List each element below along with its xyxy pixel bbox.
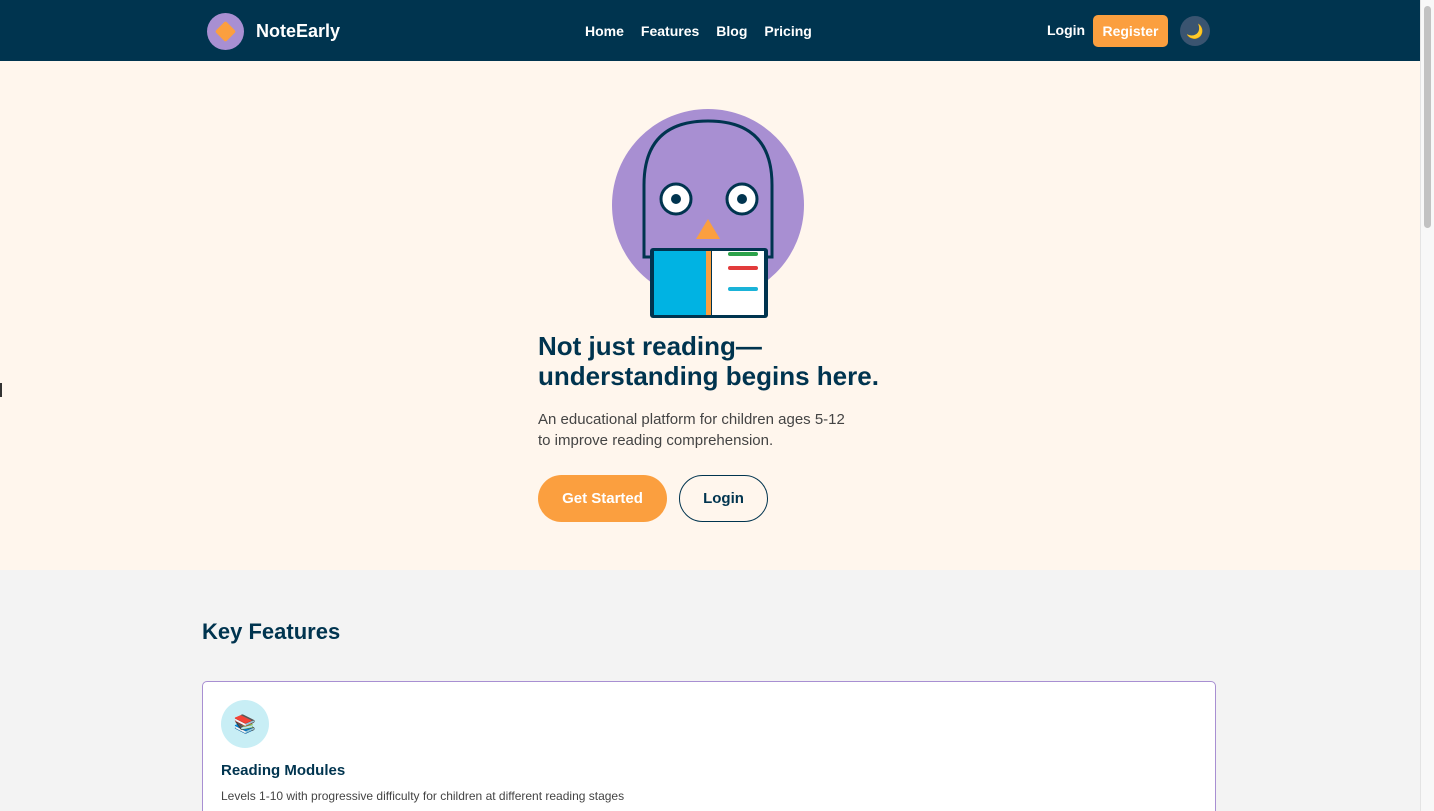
brand[interactable]: NoteEarly [207,13,340,50]
owl-mascot-illustration [612,109,804,318]
register-button[interactable]: Register [1093,15,1168,47]
theme-toggle-button[interactable]: 🌙 [1180,16,1210,46]
hero-section: Not just reading—understanding begins he… [0,61,1420,570]
nav-link-blog[interactable]: Blog [716,23,747,39]
scrollbar-thumb[interactable] [1424,6,1431,228]
page-scrollbar[interactable] [1420,0,1434,811]
nav-links: Home Features Blog Pricing [585,0,829,61]
hero-subtitle: An educational platform for children age… [538,411,845,449]
get-started-button[interactable]: Get Started [538,475,667,522]
nav-link-pricing[interactable]: Pricing [764,23,811,39]
logo-icon [207,13,244,50]
nav-link-home[interactable]: Home [585,23,624,39]
nav-link-features[interactable]: Features [641,23,699,39]
hero-login-button[interactable]: Login [679,475,768,522]
feature-description: Levels 1-10 with progressive difficulty … [221,789,625,803]
books-icon: 📚 [221,700,269,748]
brand-name: NoteEarly [256,21,341,41]
feature-title: Reading Modules [221,762,346,779]
feature-card-reading-modules[interactable]: 📚 Reading Modules Levels 1-10 with progr… [202,681,1216,811]
hero-title: Not just reading—understanding begins he… [538,331,879,391]
moon-icon: 🌙 [1186,22,1204,39]
top-navbar: NoteEarly Home Features Blog Pricing Log… [0,0,1420,61]
books-glyph: 📚 [233,713,257,734]
text-cursor [0,383,2,397]
features-heading: Key Features [202,619,341,644]
nav-login-link[interactable]: Login [1047,22,1085,38]
